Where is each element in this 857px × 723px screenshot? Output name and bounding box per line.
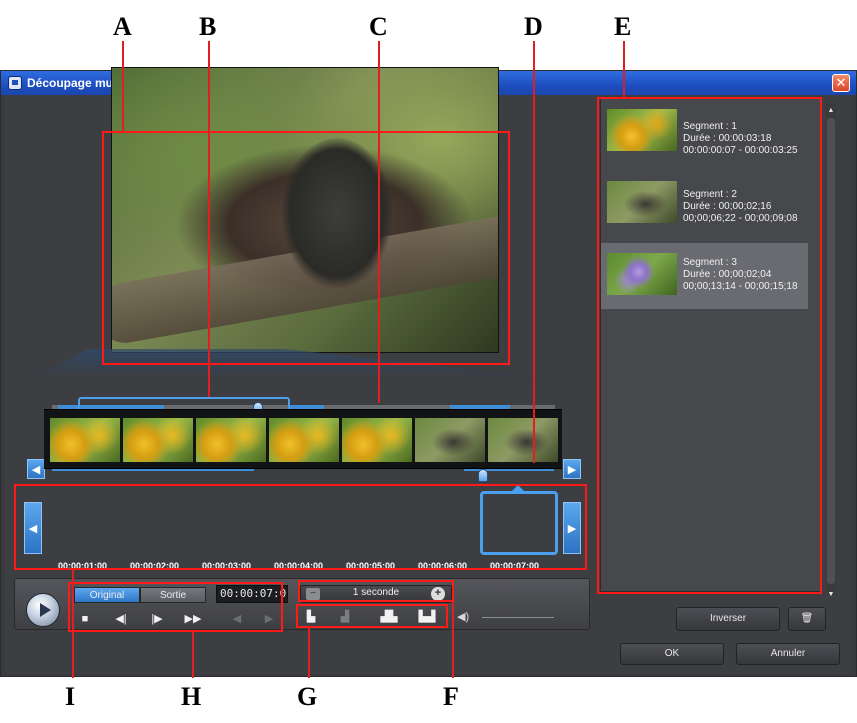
callout-b: B	[199, 12, 217, 41]
segment-range: 00:00:00:07 - 00:00:03:25	[683, 145, 798, 156]
filmstrip-right-button[interactable]: ▶	[563, 502, 581, 554]
filmstrip-timecode: 00:00:01:00	[58, 561, 108, 571]
segment-label: Segment : 2	[683, 189, 737, 200]
filmstrip-frame[interactable]	[342, 418, 412, 462]
video-preview	[111, 67, 499, 353]
step-decrease-button[interactable]: −	[306, 588, 320, 600]
zoom-scroll-left-button[interactable]: ◀	[27, 459, 45, 479]
callout-a: A	[113, 12, 132, 41]
segment-range: 00;00;13;14 - 00;00;15;18	[683, 281, 798, 292]
leader-line-a	[122, 41, 124, 131]
stop-button[interactable]: ■	[74, 611, 96, 627]
leader-line-g	[308, 628, 310, 678]
ok-button[interactable]: OK	[620, 643, 724, 665]
step-increase-button[interactable]: +	[431, 587, 445, 601]
app-icon	[8, 76, 22, 90]
scene-detect-icon[interactable]: ▙▟	[416, 609, 438, 625]
scroll-down-icon[interactable]: ▼	[826, 590, 836, 600]
segment-thumbnail	[607, 109, 677, 151]
zoom-playhead[interactable]	[478, 469, 488, 482]
tab-output[interactable]: Sortie	[140, 587, 206, 603]
previous-frame-button[interactable]: ◀|	[110, 611, 132, 627]
next-frame-button[interactable]: |▶	[146, 611, 168, 627]
segment-label: Segment : 1	[683, 121, 737, 132]
segment-duration: Durée : 00;00;02;04	[683, 269, 772, 280]
segment-list: Segment : 1 Durée : 00:00:03:18 00:00:00…	[600, 98, 822, 592]
segment-thumbnail	[607, 253, 677, 295]
callout-c: C	[369, 12, 388, 41]
filmstrip-timecode: 00:00:06:00	[418, 561, 468, 571]
step-size-label: 1 seconde	[352, 587, 400, 598]
callout-g: G	[297, 682, 318, 711]
close-button[interactable]: ✕	[832, 74, 850, 92]
leader-line-b	[208, 41, 210, 397]
volume-slider[interactable]	[482, 617, 554, 618]
segment-duration: Durée : 00:00:03:18	[683, 133, 772, 144]
segment-duration: Durée : 00;00;02;16	[683, 201, 772, 212]
invert-button[interactable]: Inverser	[676, 607, 780, 631]
zoom-scroll-right-button[interactable]: ▶	[563, 459, 581, 479]
trash-icon: 🗑	[800, 613, 814, 624]
callout-e: E	[614, 12, 632, 41]
leader-line-d	[533, 41, 535, 463]
filmstrip-timecode: 00:00:03:00	[202, 561, 252, 571]
scroll-up-icon[interactable]: ▲	[826, 106, 836, 116]
list-item[interactable]: Segment : 3 Durée : 00;00;02;04 00;00;13…	[601, 243, 808, 309]
fast-forward-button[interactable]: ▶▶	[182, 611, 204, 627]
selected-frame-pointer	[512, 485, 524, 491]
filmstrip-frame[interactable]	[488, 418, 558, 462]
split-icon[interactable]: ▟▙	[378, 609, 400, 625]
filmstrip-frame[interactable]	[415, 418, 485, 462]
leader-line-i	[72, 570, 74, 678]
segment-scrollbar-thumb[interactable]	[827, 118, 835, 584]
segment-thumbnail	[607, 181, 677, 223]
list-item[interactable]: Segment : 2 Durée : 00;00;02;16 00;00;06…	[601, 171, 808, 237]
timecode-display[interactable]: 00:00:07:00	[216, 585, 288, 603]
filmstrip-timecode: 00:00:02:00	[130, 561, 180, 571]
filmstrip-left-button[interactable]: ◀	[24, 502, 42, 554]
segment-range: 00;00;06;22 - 00;00;09;08	[683, 213, 798, 224]
go-to-start-button[interactable]: ◀	[226, 611, 248, 627]
filmstrip-timecode: 00:00:07:00	[490, 561, 540, 571]
callout-d: D	[524, 12, 543, 41]
callout-i: I	[65, 682, 76, 711]
callout-h: H	[181, 682, 202, 711]
filmstrip-frame[interactable]	[196, 418, 266, 462]
leader-line-c	[378, 41, 380, 403]
tab-original[interactable]: Original	[74, 587, 140, 603]
filmstrip-frame[interactable]	[123, 418, 193, 462]
filmstrip	[44, 409, 562, 469]
cancel-button[interactable]: Annuler	[736, 643, 840, 665]
volume-icon[interactable]: ◀)	[457, 610, 473, 624]
filmstrip-timecode: 00:00:05:00	[346, 561, 396, 571]
mark-out-icon[interactable]: ▟	[334, 609, 356, 625]
segment-label: Segment : 3	[683, 257, 737, 268]
filmstrip-selected-frame	[480, 491, 558, 555]
play-button[interactable]	[26, 593, 60, 627]
filmstrip-frame[interactable]	[269, 418, 339, 462]
leader-line-f	[452, 602, 454, 678]
mark-in-icon[interactable]: ▙	[300, 609, 322, 625]
callout-f: F	[443, 682, 459, 711]
leader-line-e	[623, 41, 625, 97]
delete-segment-button[interactable]: 🗑	[788, 607, 826, 631]
go-to-end-button[interactable]: ▶	[258, 611, 280, 627]
filmstrip-timecode: 00:00:04:00	[274, 561, 324, 571]
list-item[interactable]: Segment : 1 Durée : 00:00:03:18 00:00:00…	[601, 99, 808, 165]
preview-squirrel	[282, 138, 392, 288]
leader-line-h	[192, 632, 194, 678]
filmstrip-frame[interactable]	[50, 418, 120, 462]
